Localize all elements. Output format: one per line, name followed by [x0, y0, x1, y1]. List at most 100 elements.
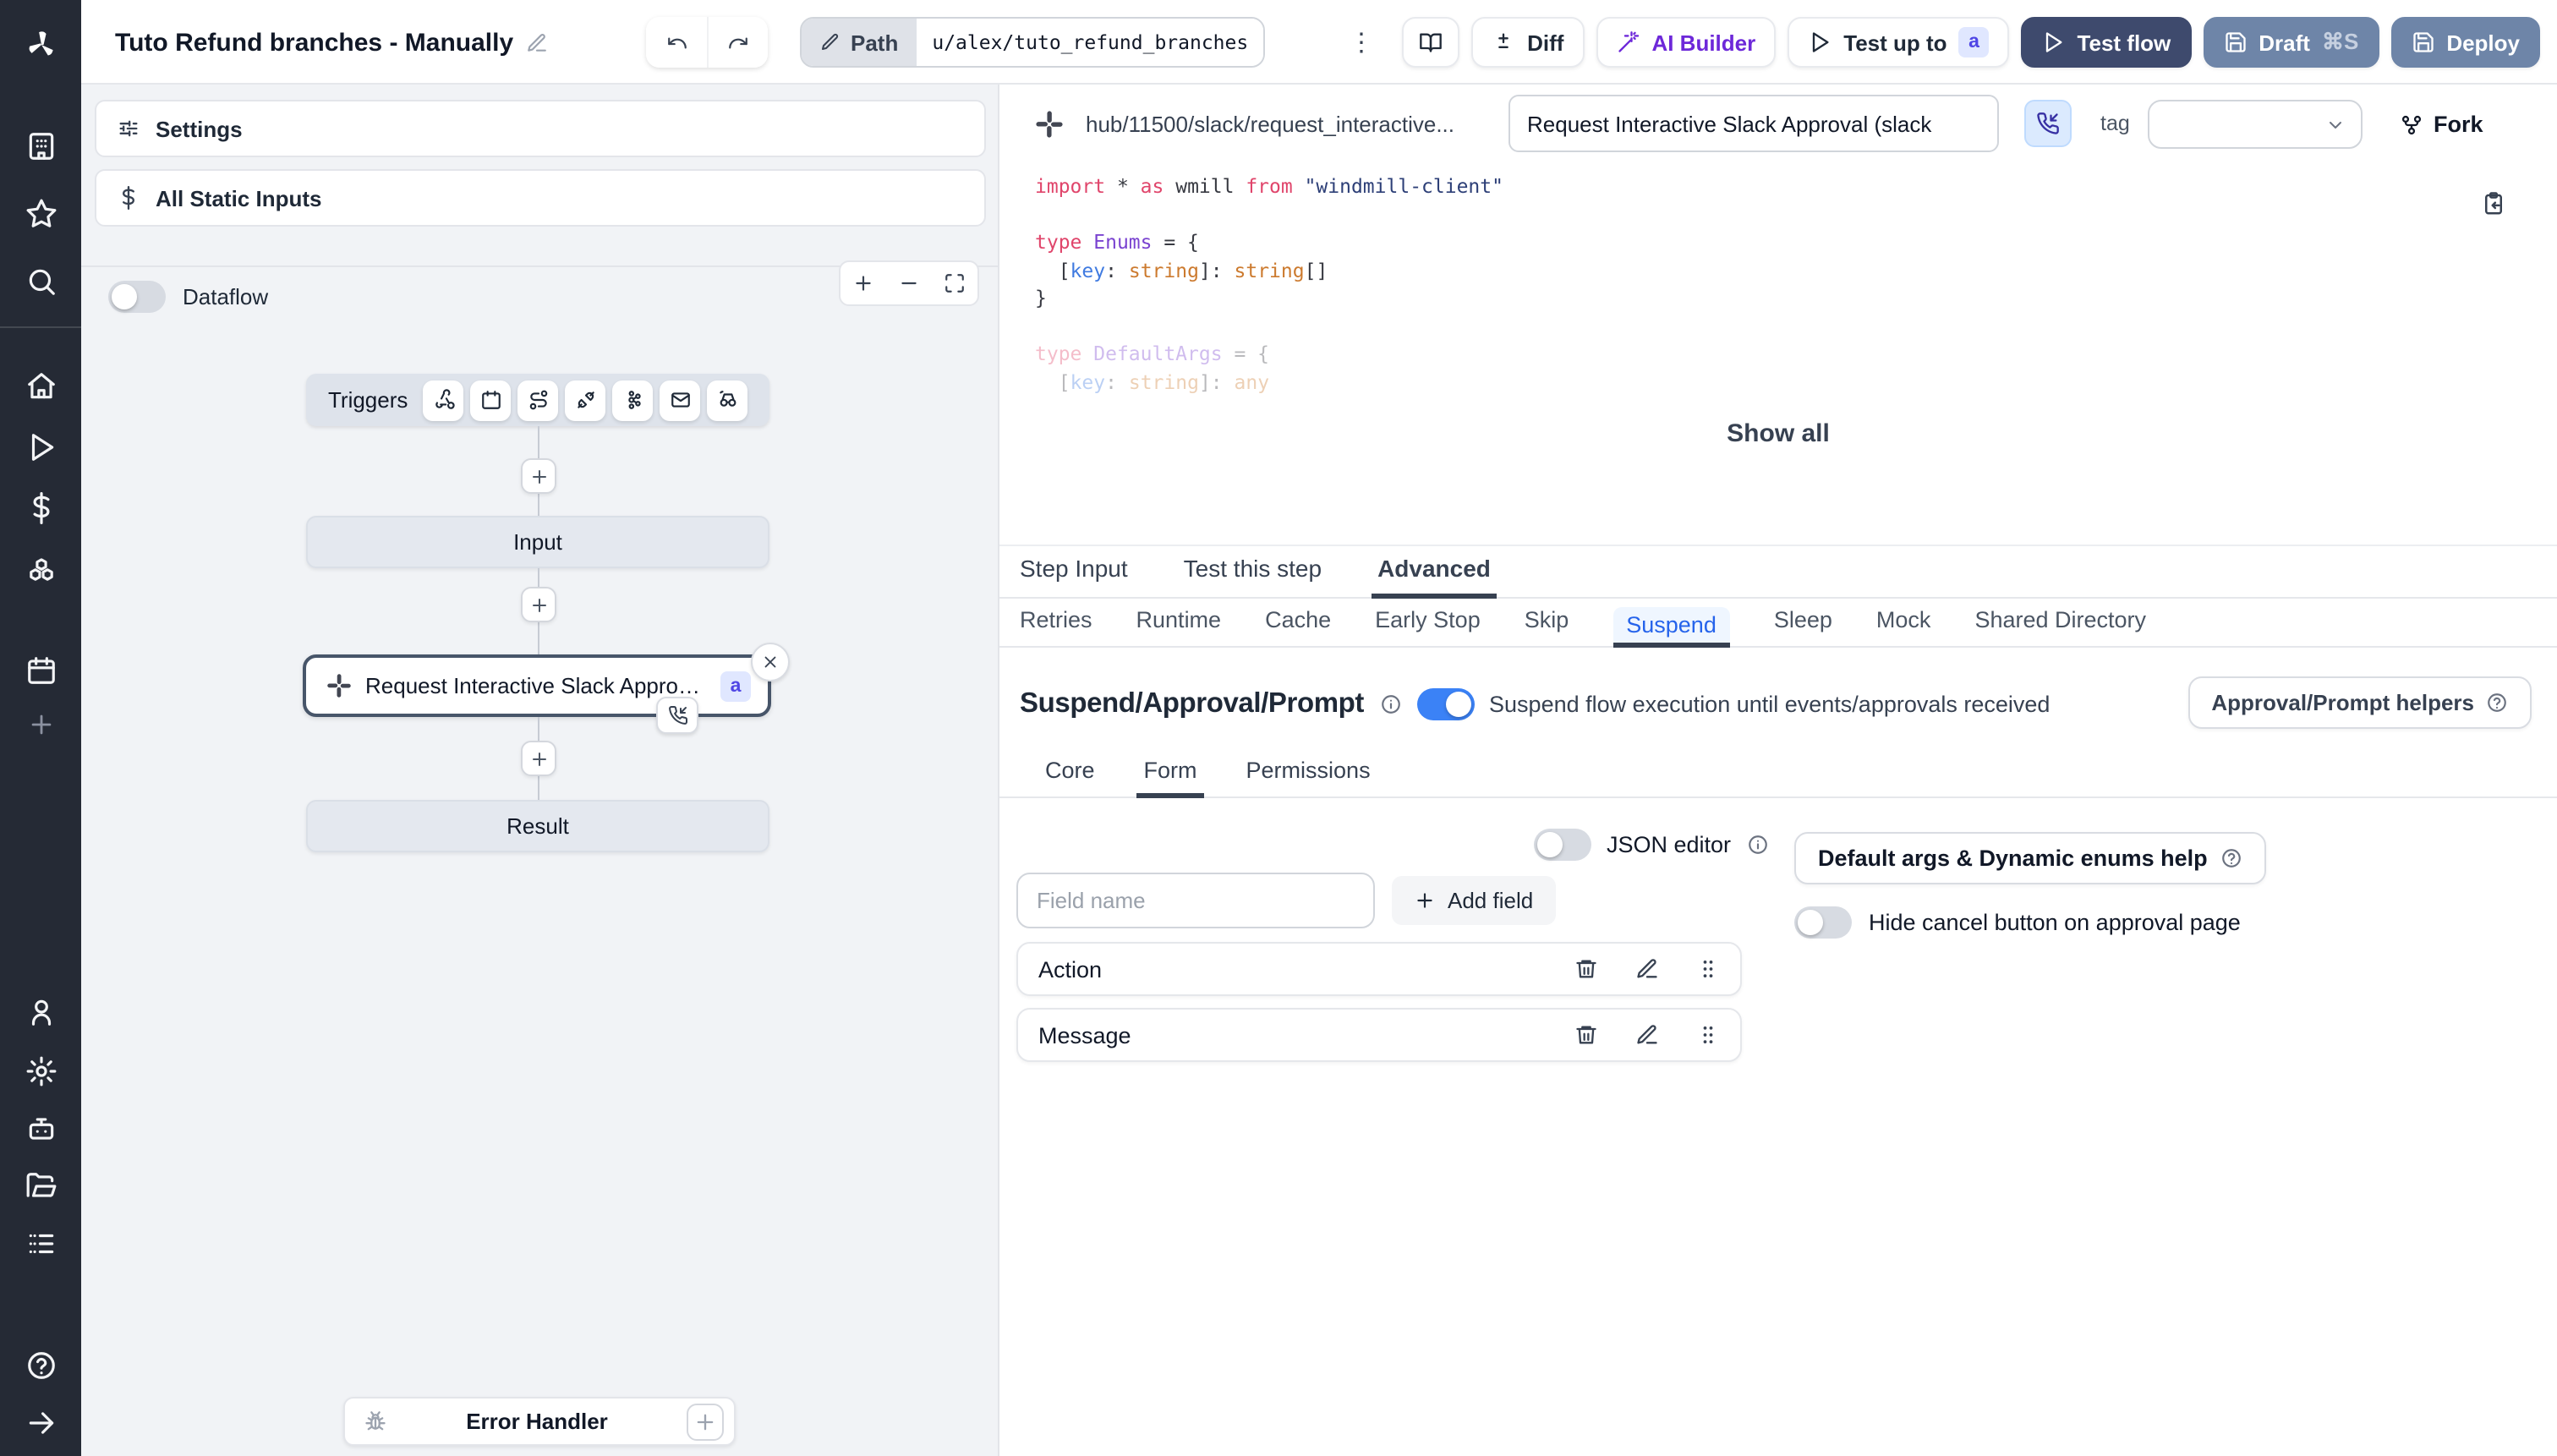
info-icon[interactable]	[1746, 834, 1768, 856]
tab-shared-directory[interactable]: Shared Directory	[1974, 602, 2146, 646]
settings-gear-icon[interactable]	[0, 1045, 81, 1096]
slack-icon	[326, 673, 352, 698]
triggers-bar[interactable]: Triggers	[306, 374, 769, 426]
test-flow-button[interactable]: Test flow	[2021, 17, 2192, 68]
ai-builder-button[interactable]: AI Builder	[1596, 17, 1777, 68]
app-sidebar	[0, 0, 81, 1456]
edit-field-pencil-icon[interactable]	[1635, 957, 1659, 981]
tab-form[interactable]: Form	[1136, 758, 1203, 798]
result-node[interactable]: Result	[306, 800, 769, 852]
tab-test-this-step[interactable]: Test this step	[1184, 555, 1322, 597]
flow-settings-button[interactable]: Settings	[95, 100, 986, 157]
tab-core[interactable]: Core	[1045, 758, 1095, 796]
email-trigger-icon[interactable]	[660, 380, 701, 420]
deploy-button[interactable]: Deploy	[2390, 17, 2540, 68]
error-handler-node[interactable]: Error Handler	[343, 1397, 736, 1446]
tab-skip[interactable]: Skip	[1525, 602, 1569, 646]
info-icon[interactable]	[1379, 692, 1401, 714]
workspace-icon[interactable]	[0, 120, 81, 171]
redo-button[interactable]	[707, 17, 768, 68]
insert-step-plus-button[interactable]	[521, 458, 556, 494]
drag-field-grip-icon[interactable]	[1696, 957, 1720, 981]
test-up-to-button[interactable]: Test up to a	[1788, 17, 2010, 68]
windmill-logo-icon[interactable]	[0, 19, 81, 69]
delete-step-x-icon[interactable]	[751, 643, 790, 681]
tab-retries[interactable]: Retries	[1020, 602, 1092, 646]
tab-advanced[interactable]: Advanced	[1371, 555, 1498, 599]
suspend-enabled-toggle[interactable]	[1416, 687, 1475, 720]
step-name-input[interactable]	[1508, 95, 1999, 152]
show-all-button[interactable]: Show all	[999, 419, 2557, 448]
hide-cancel-toggle[interactable]	[1794, 906, 1852, 939]
tab-runtime[interactable]: Runtime	[1136, 602, 1222, 646]
docs-book-button[interactable]	[1402, 17, 1460, 68]
websocket-trigger-icon[interactable]	[565, 380, 606, 420]
more-options-kebab-icon[interactable]: ⋮	[1343, 17, 1380, 68]
help-icon[interactable]	[0, 1339, 81, 1390]
webhook-trigger-icon[interactable]	[423, 380, 464, 420]
tab-suspend[interactable]: Suspend	[1612, 607, 1731, 648]
user-icon[interactable]	[0, 986, 81, 1037]
expand-sidebar-icon[interactable]	[0, 1397, 81, 1448]
input-node[interactable]: Input	[306, 516, 769, 568]
sidebar-plus-icon[interactable]	[0, 698, 81, 749]
hide-cancel-row: Hide cancel button on approval page	[1794, 906, 2241, 939]
poll-trigger-icon[interactable]	[707, 380, 748, 420]
add-field-button[interactable]: Add field	[1392, 876, 1556, 925]
edit-field-pencil-icon[interactable]	[1635, 1023, 1659, 1047]
tab-step-input[interactable]: Step Input	[1020, 555, 1128, 597]
insert-step-plus-button[interactable]	[521, 587, 556, 622]
favorites-star-icon[interactable]	[0, 188, 81, 238]
kafka-trigger-icon[interactable]	[612, 380, 654, 420]
tab-cache[interactable]: Cache	[1265, 602, 1331, 646]
resources-icon[interactable]	[0, 543, 81, 594]
delete-field-trash-icon[interactable]	[1574, 1023, 1598, 1047]
schedules-icon[interactable]	[0, 644, 81, 695]
folders-icon[interactable]	[0, 1160, 81, 1211]
slack-approval-step-node[interactable]: Request Interactive Slack Approval (... …	[303, 654, 771, 717]
hub-script-path[interactable]: hub/11500/slack/request_interactive...	[1086, 111, 1512, 136]
delete-field-trash-icon[interactable]	[1574, 957, 1598, 981]
undo-button[interactable]	[646, 17, 707, 68]
runs-icon[interactable]	[0, 421, 81, 472]
add-error-handler-plus-button[interactable]	[687, 1403, 724, 1440]
insert-step-plus-button[interactable]	[521, 741, 556, 776]
code-line: import * as wmill from "windmill-client"	[1035, 174, 1503, 198]
tag-select[interactable]	[2148, 100, 2363, 149]
topbar-actions: Diff AI Builder Test up to a Test flow D…	[1402, 17, 2540, 68]
zoom-out-button[interactable]	[886, 262, 932, 304]
variables-icon[interactable]	[0, 482, 81, 533]
tab-mock[interactable]: Mock	[1876, 602, 1931, 646]
code-line: [key: string]: any	[1035, 369, 1270, 393]
search-icon[interactable]	[0, 255, 81, 306]
field-name-input[interactable]	[1016, 873, 1375, 928]
diff-button[interactable]: Diff	[1471, 17, 1585, 68]
dataflow-toggle[interactable]	[108, 280, 166, 312]
audit-logs-icon[interactable]	[0, 1218, 81, 1268]
save-icon	[2223, 30, 2247, 54]
clipboard-paste-icon[interactable]	[2481, 191, 2506, 216]
schedule-trigger-icon[interactable]	[470, 380, 512, 420]
path-pencil-icon	[820, 32, 840, 52]
tab-sleep[interactable]: Sleep	[1774, 602, 1832, 646]
book-open-icon	[1419, 30, 1443, 54]
path-label[interactable]: Path	[802, 19, 917, 66]
draft-button[interactable]: Draft ⌘S	[2203, 17, 2379, 68]
tab-early-stop[interactable]: Early Stop	[1375, 602, 1481, 646]
http-route-trigger-icon[interactable]	[517, 380, 559, 420]
suspend-phone-incoming-button[interactable]	[2024, 100, 2072, 147]
json-editor-toggle[interactable]	[1534, 829, 1591, 861]
zoom-in-button[interactable]	[840, 262, 886, 304]
code-editor[interactable]: import * as wmill from "windmill-client"…	[1035, 172, 2523, 409]
approval-prompt-helpers-button[interactable]: Approval/Prompt helpers	[2187, 676, 2532, 729]
tab-permissions[interactable]: Permissions	[1246, 758, 1371, 796]
drag-field-grip-icon[interactable]	[1696, 1023, 1720, 1047]
edit-title-pencil-icon[interactable]	[525, 31, 547, 53]
home-icon[interactable]	[0, 360, 81, 411]
workers-bot-icon[interactable]	[0, 1103, 81, 1153]
all-static-inputs-button[interactable]: All Static Inputs	[95, 169, 986, 227]
path-input[interactable]	[917, 19, 1264, 66]
default-args-help-button[interactable]: Default args & Dynamic enums help	[1794, 832, 2267, 884]
fit-view-button[interactable]	[932, 262, 977, 304]
fork-button[interactable]: Fork	[2400, 100, 2483, 149]
